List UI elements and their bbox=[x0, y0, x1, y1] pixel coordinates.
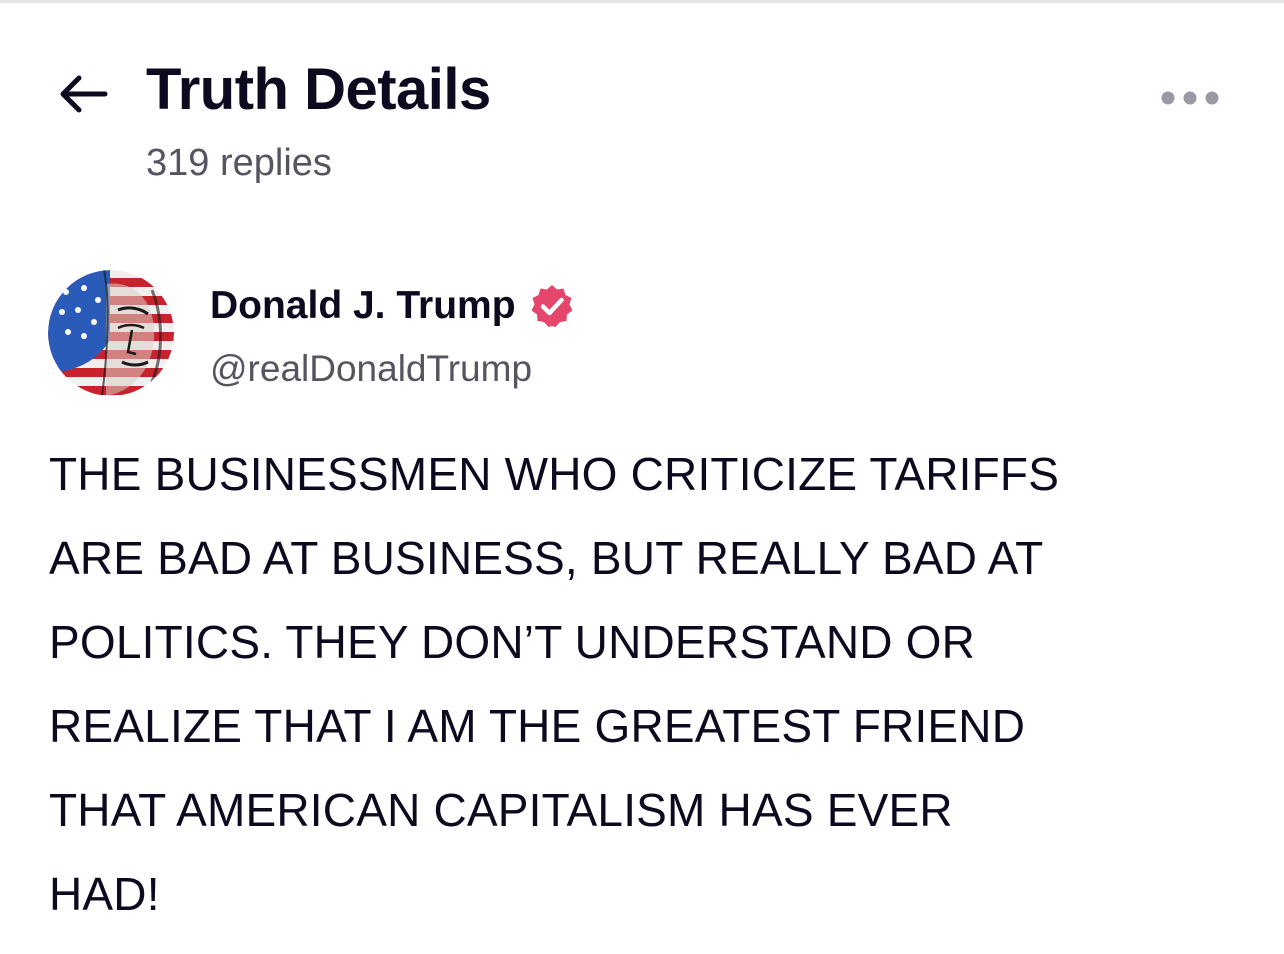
post-line: HAD! bbox=[49, 868, 160, 920]
page-title: Truth Details bbox=[146, 57, 491, 122]
back-button[interactable] bbox=[55, 68, 111, 120]
more-options-button[interactable] bbox=[1150, 78, 1230, 118]
display-name-line: Donald J. Trump bbox=[210, 282, 576, 330]
arrow-left-icon bbox=[60, 75, 108, 113]
post-line: THE BUSINESSMEN WHO CRITICIZE TARIFFS bbox=[49, 448, 1060, 500]
post-line: ARE BAD AT BUSINESS, BUT REALLY BAD AT bbox=[49, 532, 1044, 584]
verified-badge-icon bbox=[528, 282, 576, 330]
display-name[interactable]: Donald J. Trump bbox=[210, 284, 516, 328]
post-line: THAT AMERICAN CAPITALISM HAS EVER bbox=[49, 784, 953, 836]
post-author: Donald J. Trump @realDonaldTrump bbox=[48, 268, 1248, 398]
username[interactable]: @realDonaldTrump bbox=[210, 348, 532, 390]
post-body: THE BUSINESSMEN WHO CRITICIZE TARIFFS AR… bbox=[49, 432, 1249, 936]
post-line: REALIZE THAT I AM THE GREATEST FRIEND bbox=[49, 700, 1026, 752]
page-header: Truth Details 319 replies bbox=[0, 0, 1284, 200]
post-line: POLITICS. THEY DON’T UNDERSTAND OR bbox=[49, 616, 976, 668]
ellipsis-horizontal-icon bbox=[1161, 91, 1219, 105]
reply-count: 319 replies bbox=[146, 142, 332, 184]
avatar[interactable] bbox=[48, 270, 174, 396]
avatar-american-flag-portrait bbox=[48, 270, 174, 396]
